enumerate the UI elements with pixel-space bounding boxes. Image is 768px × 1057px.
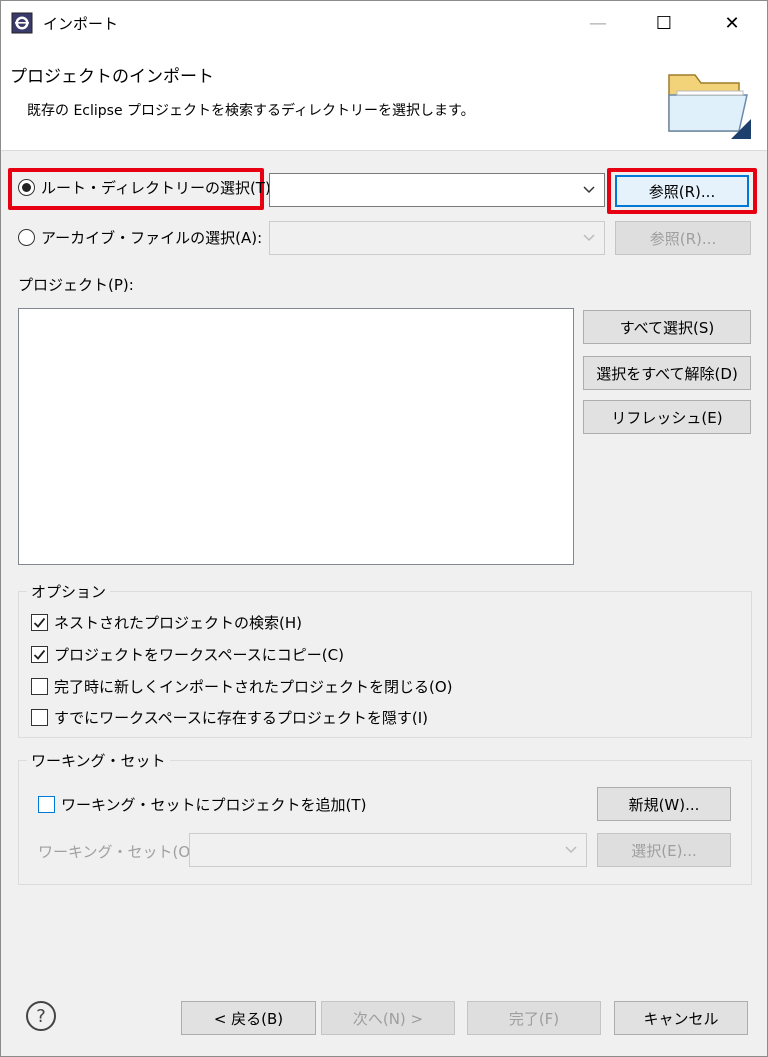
title-bar[interactable]: インポート — ☐ ✕ xyxy=(1,1,767,45)
page-description: 既存の Eclipse プロジェクトを検索するディレクトリーを選択します。 xyxy=(27,103,475,119)
chevron-down-icon[interactable] xyxy=(582,183,596,197)
option-close-on-finish[interactable]: 完了時に新しくインポートされたプロジェクトを閉じる(O) xyxy=(31,676,453,697)
option-copy-to-workspace[interactable]: プロジェクトをワークスペースにコピー(C) xyxy=(31,644,344,665)
checkmark-icon xyxy=(33,617,46,628)
root-directory-radio[interactable] xyxy=(18,179,35,196)
archive-browse-button[interactable]: 参照(R)... xyxy=(615,221,751,255)
eclipse-app-icon xyxy=(11,12,33,34)
add-to-working-set-row[interactable]: ワーキング・セットにプロジェクトを追加(T) xyxy=(38,794,366,815)
option-label: 完了時に新しくインポートされたプロジェクトを閉じる(O) xyxy=(54,678,453,696)
checkmark-icon xyxy=(33,649,46,660)
chevron-down-icon[interactable] xyxy=(582,231,596,245)
option-search-nested[interactable]: ネストされたプロジェクトの検索(H) xyxy=(31,612,302,633)
projects-list[interactable] xyxy=(18,308,574,565)
import-dialog: インポート — ☐ ✕ プロジェクトのインポート 既存の Eclipse プロジ… xyxy=(0,0,768,1057)
checkbox[interactable] xyxy=(31,709,48,726)
folder-icon xyxy=(668,74,751,139)
option-hide-existing[interactable]: すでにワークスペースに存在するプロジェクトを隠す(I) xyxy=(31,707,428,728)
minimize-button[interactable]: — xyxy=(575,1,621,45)
checkbox[interactable] xyxy=(31,614,48,631)
options-group-label: オプション xyxy=(27,581,111,602)
checkbox[interactable] xyxy=(31,678,48,695)
checkbox[interactable] xyxy=(38,796,55,813)
page-title: プロジェクトのインポート xyxy=(10,67,214,87)
working-set-combo-label: ワーキング・セット(O): xyxy=(38,843,202,861)
root-directory-radio-row[interactable]: ルート・ディレクトリーの選択(T): xyxy=(18,177,276,198)
radio-selected-dot xyxy=(22,183,31,192)
refresh-button[interactable]: リフレッシュ(E) xyxy=(583,400,751,434)
help-icon[interactable]: ? xyxy=(26,1001,56,1031)
select-all-button[interactable]: すべて選択(S) xyxy=(583,310,751,344)
root-directory-label: ルート・ディレクトリーの選択(T): xyxy=(41,179,276,197)
next-button[interactable]: 次へ(N) > xyxy=(321,1001,455,1035)
working-set-combo[interactable] xyxy=(189,833,587,867)
checkbox[interactable] xyxy=(31,646,48,663)
chevron-down-icon[interactable] xyxy=(564,843,578,857)
maximize-button[interactable]: ☐ xyxy=(641,1,687,45)
option-label: ネストされたプロジェクトの検索(H) xyxy=(54,614,302,632)
option-label: プロジェクトをワークスペースにコピー(C) xyxy=(54,646,344,664)
archive-file-radio-row[interactable]: アーカイブ・ファイルの選択(A): xyxy=(18,227,262,248)
back-button[interactable]: < 戻る(B) xyxy=(181,1001,316,1035)
option-label: すでにワークスペースに存在するプロジェクトを隠す(I) xyxy=(54,709,429,727)
archive-file-radio[interactable] xyxy=(18,229,35,246)
close-button[interactable]: ✕ xyxy=(709,1,755,45)
new-working-set-button[interactable]: 新規(W)... xyxy=(597,787,731,821)
projects-label: プロジェクト(P): xyxy=(18,276,134,294)
window-title: インポート xyxy=(43,15,119,33)
root-browse-button[interactable]: 参照(R)... xyxy=(615,175,749,207)
archive-file-combo[interactable] xyxy=(269,221,605,255)
add-to-working-set-label: ワーキング・セットにプロジェクトを追加(T) xyxy=(61,796,367,814)
root-directory-combo[interactable] xyxy=(269,173,605,207)
wizard-header: プロジェクトのインポート 既存の Eclipse プロジェクトを検索するディレク… xyxy=(1,45,767,151)
deselect-all-button[interactable]: 選択をすべて解除(D) xyxy=(583,356,751,390)
archive-file-label: アーカイブ・ファイルの選択(A): xyxy=(41,229,263,247)
select-working-set-button[interactable]: 選択(E)... xyxy=(597,833,731,867)
working-sets-group-label: ワーキング・セット xyxy=(27,750,170,771)
cancel-button[interactable]: キャンセル xyxy=(614,1001,748,1035)
finish-button[interactable]: 完了(F) xyxy=(467,1001,601,1035)
